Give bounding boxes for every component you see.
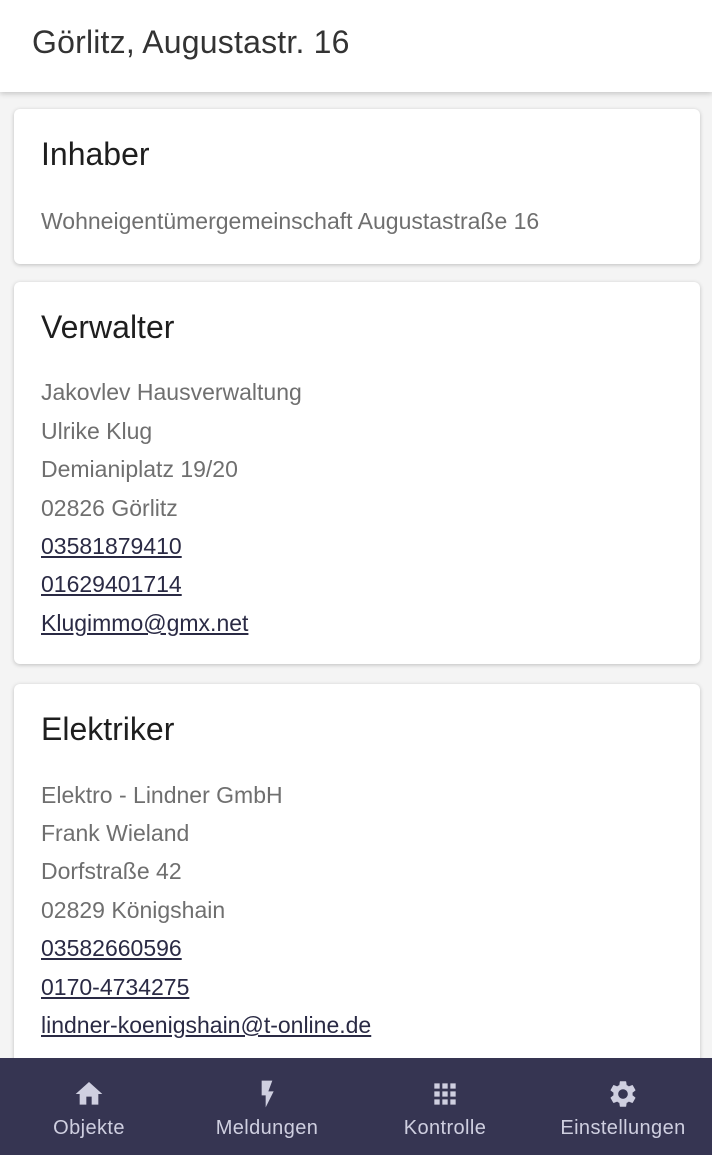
manager-person: Ulrike Klug [41,418,153,444]
nav-label-meldungen: Meldungen [215,1117,319,1139]
manager-card: Verwalter Jakovlev Hausverwaltung Ulrike… [14,282,700,664]
owner-card-title: Inhaber [41,136,150,172]
gear-icon [607,1078,639,1110]
nav-item-einstellungen[interactable]: Einstellungen [534,1058,712,1155]
owner-name: Wohneigentümergemeinschaft Augustastraße… [41,208,540,234]
page-title: Görlitz, Augustastr. 16 [32,24,350,60]
nav-label-kontrolle: Kontrolle [403,1117,487,1139]
manager-phone-link[interactable]: 03581879410 [41,533,182,560]
grid-icon [429,1078,461,1110]
nav-item-meldungen[interactable]: Meldungen [178,1058,356,1155]
electrician-mobile-link[interactable]: 0170-4734275 [41,974,189,1001]
electrician-company: Elektro - Lindner GmbH [41,782,283,808]
manager-company: Jakovlev Hausverwaltung [41,379,302,405]
manager-city: 02826 Görlitz [41,495,178,521]
app-screen: Görlitz, Augustastr. 16 Inhaber Wohneige… [0,0,712,1155]
electrician-street: Dorfstraße 42 [41,858,182,884]
manager-street: Demianiplatz 19/20 [41,456,238,482]
manager-mobile-link[interactable]: 01629401714 [41,571,182,598]
nav-label-objekte: Objekte [53,1117,125,1139]
home-icon [73,1078,105,1110]
electrician-email-link[interactable]: lindner-koenigshain@t-online.de [41,1012,371,1039]
electrician-person: Frank Wieland [41,820,190,846]
electrician-card: Elektriker Elektro - Lindner GmbH Frank … [14,684,700,1058]
top-app-bar: Görlitz, Augustastr. 16 [0,0,712,92]
nav-item-kontrolle[interactable]: Kontrolle [356,1058,534,1155]
lightning-icon [251,1078,283,1110]
nav-item-objekte[interactable]: Objekte [0,1058,178,1155]
manager-email-link[interactable]: Klugimmo@gmx.net [41,610,248,637]
electrician-phone-link[interactable]: 03582660596 [41,935,182,962]
electrician-card-title: Elektriker [41,711,175,747]
owner-card: Inhaber Wohneigentümergemeinschaft Augus… [14,109,700,264]
content-scroll-area[interactable]: Inhaber Wohneigentümergemeinschaft Augus… [0,92,712,1058]
manager-card-title: Verwalter [41,309,175,345]
nav-label-einstellungen: Einstellungen [560,1117,686,1139]
bottom-navigation: Objekte Meldungen Kontrolle Einstellunge… [0,1058,712,1155]
electrician-city: 02829 Königshain [41,897,226,923]
